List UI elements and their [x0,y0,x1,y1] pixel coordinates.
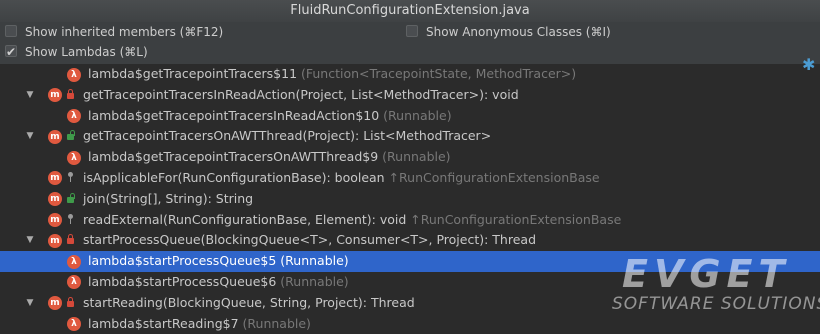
public-unlock-icon [66,192,75,204]
method-icon: m [48,171,62,186]
tree-row-detail: ↑RunConfigurationExtensionBase [406,211,622,227]
tree-row-name: getTracepointTracersOnAWTThread(Project)… [83,128,492,144]
show-anonymous-option[interactable]: Show Anonymous Classes (⌘I) [406,23,611,41]
tree-row-detail: (Runnable) [238,315,311,331]
tree-row-detail: ↑RunConfigurationExtensionBase [384,169,600,185]
tree-row-label: getTracepointTracersOnAWTThread(Project)… [83,126,491,147]
lambda-icon: λ [67,254,81,269]
expand-arrow-icon[interactable]: ▼ [24,126,36,147]
pin-icon [66,213,75,225]
pin-icon [66,171,75,183]
show-lambdas-option[interactable]: Show Lambdas (⌘L) [5,43,148,61]
tree-row-label: lambda$startProcessQueue$5 (Runnable) [88,251,349,272]
method-icon: m [48,233,62,248]
show-inherited-option[interactable]: Show inherited members (⌘F12) [5,23,223,41]
tree-row-is-applicable-for[interactable]: m isApplicableFor(RunConfigurationBase):… [0,168,820,189]
tree-row-name: lambda$getTracepointTracersInReadAction$… [88,107,380,123]
tree-row-name: lambda$startProcessQueue$6 [88,273,277,289]
tree-row-get-tracepoint-tracers-on-awt-thread[interactable]: ▼ m getTracepointTracersOnAWTThread(Proj… [0,126,820,147]
tree-row-label: lambda$getTracepointTracers$11 (Function… [88,64,576,85]
tree-row-lambda-get-tracepoint-tracers-on-awt-thread[interactable]: λ lambda$getTracepointTracersOnAWTThread… [0,147,820,168]
tree-row-lambda-get-tracepoint-tracers[interactable]: λ lambda$getTracepointTracers$11 (Functi… [0,64,820,85]
tree-row-label: startProcessQueue(BlockingQueue<T>, Cons… [83,230,536,251]
method-icon: m [48,192,62,207]
tree-row-detail: (Runnable) [276,273,349,289]
show-anonymous-label: Show Anonymous Classes (⌘I) [426,25,611,39]
tree-row-label: lambda$startReading$7 (Runnable) [88,314,311,334]
method-icon: m [48,296,62,311]
lambda-icon: λ [67,109,81,124]
tree-row-read-external[interactable]: m readExternal(RunConfigurationBase, Ele… [0,210,820,231]
method-icon: m [48,88,62,103]
watermark-tagline: SOFTWARE SOLUTIONS [612,294,820,314]
tree-row-lambda-get-tracepoint-tracers-in-read-action[interactable]: λ lambda$getTracepointTracersInReadActio… [0,106,820,127]
tree-row-detail: (Runnable) [378,149,451,165]
options-toolbar: Show inherited members (⌘F12) Show Anony… [0,22,820,74]
tree-row-detail: (Function<TracepointState, MethodTracer>… [297,66,577,81]
tree-row-start-process-queue[interactable]: ▼ m startProcessQueue(BlockingQueue<T>, … [0,230,820,251]
private-lock-icon [66,233,75,245]
private-lock-icon [66,296,75,308]
watermark-brand: EVGET [622,252,791,296]
tree-row-name: join(String[], String): String [83,190,254,206]
tree-row-label: join(String[], String): String [83,189,253,210]
tree-row-name: lambda$startReading$7 [88,315,239,331]
tree-row-name: isApplicableFor(RunConfigurationBase): b… [83,169,385,185]
tree-row-label: lambda$getTracepointTracersOnAWTThread$9… [88,147,451,168]
expand-arrow-icon[interactable]: ▼ [24,85,36,106]
public-unlock-icon [66,129,75,141]
tree-row-name: lambda$startProcessQueue$5 [88,253,277,269]
tree-row-label: startReading(BlockingQueue, String, Proj… [83,293,415,314]
tree-row-get-tracepoint-tracers-in-read-action[interactable]: ▼ m getTracepointTracersInReadAction(Pro… [0,85,820,106]
show-anonymous-checkbox[interactable] [406,25,418,37]
window-title: FluidRunConfigurationExtension.java [0,0,820,23]
tree-row-name: lambda$getTracepointTracersOnAWTThread$9 [88,149,379,165]
expand-arrow-icon[interactable]: ▼ [24,293,36,314]
private-lock-icon [66,88,75,100]
tree-row-name: getTracepointTracersInReadAction(Project… [83,86,519,102]
tree-row-name: readExternal(RunConfigurationBase, Eleme… [83,211,407,227]
tree-row-label: getTracepointTracersInReadAction(Project… [83,85,519,106]
tree-row-label: lambda$startProcessQueue$6 (Runnable) [88,272,349,293]
tree-row-detail: (Runnable) [276,253,349,269]
show-lambdas-label: Show Lambdas (⌘L) [25,45,148,59]
tree-row-name: startReading(BlockingQueue, String, Proj… [83,294,415,310]
lambda-icon: λ [67,317,81,332]
watermark: EVGET SOFTWARE SOLUTIONS [612,252,820,328]
show-inherited-checkbox[interactable] [5,25,17,37]
tree-row-name: startProcessQueue(BlockingQueue<T>, Cons… [83,232,537,248]
method-icon: m [48,213,62,228]
tree-row-label: isApplicableFor(RunConfigurationBase): b… [83,168,600,189]
tree-row-label: readExternal(RunConfigurationBase, Eleme… [83,210,621,231]
show-lambdas-checkbox[interactable] [5,43,17,61]
show-inherited-label: Show inherited members (⌘F12) [25,25,224,39]
expand-arrow-icon[interactable]: ▼ [24,230,36,251]
lambda-icon: λ [67,67,81,82]
method-icon: m [48,129,62,144]
lambda-icon: λ [67,150,81,165]
tree-row-join[interactable]: m join(String[], String): String [0,189,820,210]
tree-row-detail: (Runnable) [379,107,452,123]
tree-row-name: lambda$getTracepointTracers$11 [88,66,298,81]
tree-row-label: lambda$getTracepointTracersInReadAction$… [88,106,452,127]
lambda-icon: λ [67,275,81,290]
